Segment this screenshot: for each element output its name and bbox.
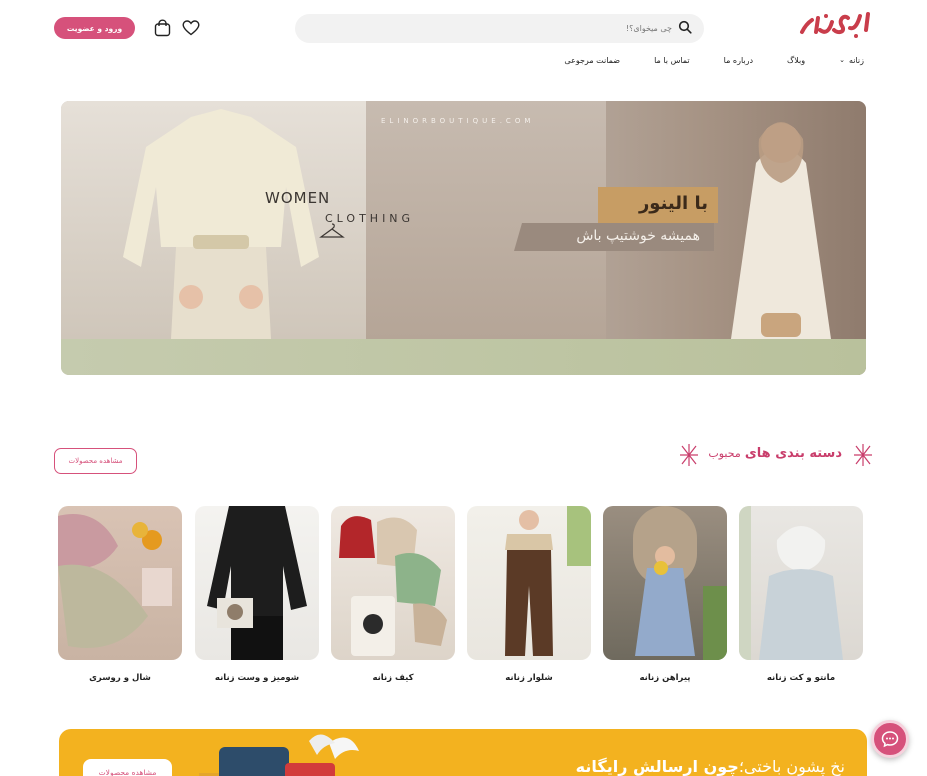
- delivery-truck-illustration: [199, 734, 359, 776]
- model-illustration: [731, 122, 831, 339]
- category-image[interactable]: [603, 506, 727, 660]
- nav-item-about[interactable]: درباره ما: [724, 56, 753, 65]
- category-card-pants[interactable]: شلوار زنانه: [467, 506, 591, 683]
- nav-item-label: ضمانت مرجوعی: [564, 55, 621, 65]
- hero-banner[interactable]: ELINORBOUTIQUE.COM WOMEN CLOTHING با الی…: [61, 101, 866, 375]
- nav-item-label: درباره ما: [723, 55, 754, 65]
- category-label: مانتو و کت زنانه: [766, 673, 836, 683]
- category-card-blouse[interactable]: شومیز و وست زنانه: [195, 506, 319, 683]
- search-icon[interactable]: [678, 19, 692, 38]
- main-nav: زنانه ⌄ وبلاگ درباره ما تماس با ما ضمانت…: [564, 52, 864, 68]
- category-card-dress[interactable]: پیراهن زنانه: [603, 506, 727, 683]
- category-image[interactable]: [58, 506, 182, 660]
- nav-item-contact[interactable]: تماس با ما: [654, 56, 690, 65]
- view-products-button[interactable]: مشاهده محصولات: [54, 448, 137, 474]
- banner-site-url: ELINORBOUTIQUE.COM: [381, 117, 535, 125]
- promo-view-products-button[interactable]: مشاهده محصولات: [83, 759, 172, 776]
- cart-button[interactable]: [152, 17, 172, 39]
- category-label: شلوار زنانه: [505, 673, 553, 683]
- banner-brand-tag: با الینور: [598, 187, 718, 223]
- nav-item-blog[interactable]: وبلاگ: [787, 56, 805, 65]
- category-image[interactable]: [195, 506, 319, 660]
- search-bar[interactable]: [295, 14, 704, 43]
- site-logo[interactable]: [798, 10, 874, 40]
- banner-brand-text: با الینور: [638, 193, 708, 214]
- category-card-scarf[interactable]: شال و روسری: [58, 506, 182, 683]
- section-title-strong: دسته بندی های: [744, 446, 842, 461]
- burst-decoration-icon: [854, 444, 872, 466]
- heart-icon: [182, 20, 200, 36]
- search-input[interactable]: [332, 24, 672, 33]
- promo-title-light: نخ پشون باختی؛: [738, 757, 845, 776]
- section-title-light: محبوب: [708, 447, 741, 460]
- favorites-button[interactable]: [181, 17, 201, 39]
- category-image[interactable]: [739, 506, 863, 660]
- blouse-illustration: [123, 109, 319, 339]
- category-label: پیراهن زنانه: [639, 673, 691, 683]
- category-card-coat[interactable]: مانتو و کت زنانه: [739, 506, 863, 683]
- shopping-bag-icon: [154, 19, 170, 37]
- nav-item-label: تماس با ما: [654, 55, 690, 65]
- hanger-icon: [319, 223, 345, 238]
- burst-decoration-icon: [680, 444, 698, 466]
- banner-bottom-strip: [61, 339, 866, 375]
- chevron-down-icon: ⌄: [839, 56, 845, 64]
- nav-item-return-guarantee[interactable]: ضمانت مرجوعی: [564, 56, 620, 65]
- category-image[interactable]: [467, 506, 591, 660]
- nav-item-women[interactable]: زنانه ⌄: [839, 56, 864, 65]
- promo-title-bold: چون ارسالش رایگانه: [575, 757, 739, 776]
- nav-item-label: وبلاگ: [787, 55, 806, 65]
- promo-title: نخ پشون باختی؛چون ارسالش رایگانه: [576, 757, 845, 776]
- support-chat-button[interactable]: [871, 720, 909, 758]
- banner-slogan-tag: همیشه خوشتیپ باش: [514, 223, 714, 251]
- free-shipping-banner[interactable]: نخ پشون باختی؛چون ارسالش رایگانه مشاهده …: [59, 729, 867, 776]
- nav-item-label: زنانه: [848, 55, 864, 65]
- category-card-bags[interactable]: کیف زنانه: [331, 506, 455, 683]
- section-title-popular-categories: دسته بندی های محبوب: [708, 446, 842, 461]
- category-label: کیف زنانه: [372, 673, 414, 683]
- category-image[interactable]: [331, 506, 455, 660]
- category-label: شال و روسری: [89, 673, 151, 683]
- category-label: شومیز و وست زنانه: [214, 673, 300, 683]
- category-carousel: مانتو و کت زنانه پیراهن زنانه شلوار زنان…: [58, 506, 863, 696]
- banner-women-text: WOMEN: [265, 189, 331, 207]
- login-register-button[interactable]: ورود و عضویت: [54, 17, 135, 39]
- chat-icon: [881, 731, 899, 748]
- banner-slogan-text: همیشه خوشتیپ باش: [576, 228, 700, 244]
